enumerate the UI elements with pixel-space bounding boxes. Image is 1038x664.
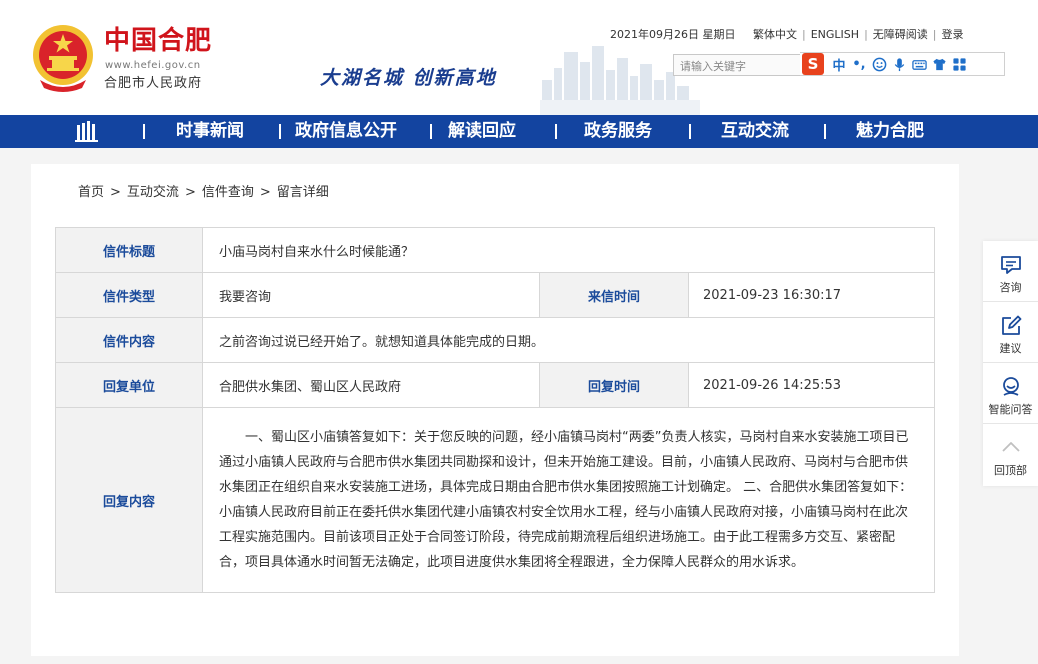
breadcrumb-letter-query[interactable]: 信件查询 — [202, 185, 254, 200]
nav-separator — [824, 124, 826, 139]
sidebar-suggest-button[interactable]: 建议 — [983, 302, 1038, 363]
breadcrumb-separator: > — [259, 185, 271, 200]
site-header: 中国合肥 www.hefei.gov.cn 合肥市人民政府 大湖名城 创新高地 … — [0, 0, 1038, 115]
login-link[interactable]: 登录 — [942, 28, 964, 42]
reply-content-value: 一、蜀山区小庙镇答复如下：关于您反映的问题，经小庙镇马岗村“两委”负责人核实，马… — [202, 407, 935, 593]
sidebar-back-to-top-button[interactable]: 回顶部 — [983, 424, 1038, 485]
current-date: 2021年09月26日 星期日 — [610, 28, 736, 41]
top-links: 繁体中文 | ENGLISH | 无障碍阅读 | 登录 — [753, 28, 964, 42]
nav-item-services[interactable]: 政务服务 — [584, 115, 652, 148]
sogou-icon[interactable]: S — [802, 53, 824, 75]
chinese-mode-toggle[interactable]: 中 — [830, 53, 848, 75]
site-logo-url: www.hefei.gov.cn — [105, 60, 201, 71]
nav-separator — [279, 124, 281, 139]
sidebar-suggest-label: 建议 — [999, 342, 1022, 355]
punctuation-toggle[interactable]: •, — [850, 53, 868, 75]
home-icon[interactable] — [74, 121, 100, 143]
link-separator: | — [932, 28, 937, 41]
reply-content-label: 回复内容 — [55, 407, 203, 593]
letter-title-value: 小庙马岗村自来水什么时候能通？ — [202, 227, 935, 273]
letter-title-label: 信件标题 — [55, 227, 203, 273]
sidebar-back-to-top-label: 回顶部 — [994, 464, 1027, 477]
nav-separator — [143, 124, 145, 139]
accessibility-link[interactable]: 无障碍阅读 — [873, 28, 928, 42]
input-method-toolbar: S 中 •, — [800, 52, 1005, 76]
search-input[interactable] — [674, 56, 800, 77]
table-row: 回复内容 一、蜀山区小庙镇答复如下：关于您反映的问题，经小庙镇马岗村“两委”负责… — [55, 407, 935, 593]
nav-item-gov-info[interactable]: 政府信息公开 — [295, 115, 397, 148]
traditional-chinese-link[interactable]: 繁体中文 — [753, 28, 797, 42]
nav-separator — [430, 124, 432, 139]
reply-unit-label: 回复单位 — [55, 362, 203, 408]
table-row: 信件标题 小庙马岗村自来水什么时候能通？ — [55, 227, 935, 273]
sent-time-value: 2021-09-23 16:30:17 — [688, 272, 935, 318]
national-emblem-icon — [33, 25, 93, 92]
reply-time-label: 回复时间 — [539, 362, 689, 408]
floating-sidebar: 咨询 建议 智能问答 回顶部 — [983, 241, 1038, 486]
reply-unit-value: 合肥供水集团、蜀山区人民政府 — [202, 362, 540, 408]
search-box — [673, 54, 801, 77]
nav-item-interpretation[interactable]: 解读回应 — [448, 115, 516, 148]
nav-item-charm-hefei[interactable]: 魅力合肥 — [856, 115, 924, 148]
edit-icon — [1001, 315, 1021, 335]
keyboard-icon[interactable] — [910, 53, 928, 75]
sidebar-consult-button[interactable]: 咨询 — [983, 241, 1038, 302]
chat-icon — [1000, 256, 1021, 274]
sent-time-label: 来信时间 — [539, 272, 689, 318]
sidebar-consult-label: 咨询 — [999, 281, 1022, 294]
shirt-icon[interactable] — [930, 53, 948, 75]
main-navigation: 时事新闻 政府信息公开 解读回应 政务服务 互动交流 魅力合肥 — [0, 115, 1038, 148]
breadcrumb-separator: > — [110, 185, 121, 200]
city-skyline-image — [540, 46, 700, 115]
nav-item-news[interactable]: 时事新闻 — [176, 115, 244, 148]
nav-item-interaction[interactable]: 互动交流 — [721, 115, 789, 148]
english-link[interactable]: ENGLISH — [811, 28, 859, 42]
letter-type-label: 信件类型 — [55, 272, 203, 318]
site-logo-subtitle: 合肥市人民政府 — [104, 76, 203, 91]
sidebar-smart-qa-label: 智能问答 — [988, 403, 1033, 416]
breadcrumb: 首页 > 互动交流 > 信件查询 > 留言详细 — [78, 181, 329, 200]
link-separator: | — [802, 28, 806, 41]
nav-separator — [555, 124, 557, 139]
link-separator: | — [864, 28, 868, 41]
table-row: 信件内容 之前咨询过说已经开始了。就想知道具体能完成的日期。 — [55, 317, 935, 363]
smiley-icon[interactable] — [870, 53, 888, 75]
site-logo-title[interactable]: 中国合肥 — [104, 26, 212, 56]
letter-content-label: 信件内容 — [55, 317, 203, 363]
breadcrumb-interaction[interactable]: 互动交流 — [127, 185, 179, 200]
arrow-up-icon — [1001, 442, 1020, 452]
microphone-icon[interactable] — [890, 53, 908, 75]
letter-type-value: 我要咨询 — [202, 272, 540, 318]
content-panel: 首页 > 互动交流 > 信件查询 > 留言详细 信件标题 小庙马岗村自来水什么时候能通？ 信… — [31, 164, 959, 656]
grid-icon[interactable] — [950, 53, 968, 75]
sidebar-smart-qa-button[interactable]: 智能问答 — [983, 363, 1038, 424]
reply-time-value: 2021-09-26 14:25:53 — [688, 362, 935, 408]
table-row: 回复单位 合肥供水集团、蜀山区人民政府 回复时间 2021-09-26 14:2… — [55, 362, 935, 408]
breadcrumb-message-detail[interactable]: 留言详细 — [277, 185, 329, 200]
breadcrumb-separator: > — [184, 185, 196, 200]
robot-icon — [1002, 377, 1019, 396]
letter-detail-table: 信件标题 小庙马岗村自来水什么时候能通？ 信件类型 我要咨询 来信时间 2021… — [55, 227, 935, 593]
breadcrumb-home[interactable]: 首页 — [78, 185, 104, 200]
letter-content-value: 之前咨询过说已经开始了。就想知道具体能完成的日期。 — [202, 317, 935, 363]
table-row: 信件类型 我要咨询 来信时间 2021-09-23 16:30:17 — [55, 272, 935, 318]
site-slogan: 大湖名城 创新高地 — [320, 67, 497, 89]
nav-separator — [689, 124, 691, 139]
